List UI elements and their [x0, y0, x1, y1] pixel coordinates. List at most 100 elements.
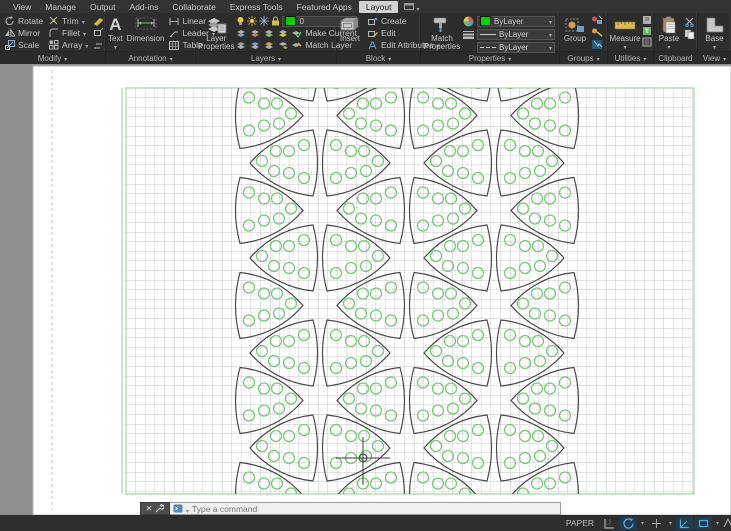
layer-tool-icon[interactable] [250, 41, 261, 50]
tab-view[interactable]: View [6, 1, 38, 13]
ribbon: View Manage Output Add-ins Collaborate E… [0, 0, 731, 65]
panel-label-groups[interactable]: Groups [560, 52, 608, 64]
panel-label-layers[interactable]: Layers [196, 52, 337, 64]
layer-lock-icon[interactable] [271, 16, 280, 26]
layer-tool-icon[interactable] [264, 29, 275, 38]
insert-button[interactable]: Insert [337, 15, 363, 43]
offset-icon [93, 40, 104, 50]
chevron-down-icon [82, 16, 85, 26]
layer-tool-icon[interactable] [236, 41, 247, 50]
grid-icon [604, 518, 615, 529]
chevron-down-icon [643, 54, 646, 63]
explode-button[interactable] [91, 27, 106, 39]
panel-label-utilities[interactable]: Utilities [608, 52, 654, 64]
match-properties-button[interactable]: Match Properties [421, 15, 463, 51]
panel-label-properties[interactable]: Properties [421, 52, 560, 64]
layer-on-bulb-icon[interactable] [236, 16, 245, 26]
panel-label-modify[interactable]: Modify [0, 52, 106, 64]
panel-label-view[interactable]: View [698, 52, 731, 64]
group-selection-icon[interactable] [591, 39, 603, 50]
command-input[interactable] [192, 504, 557, 514]
cut-icon[interactable] [684, 17, 696, 27]
layer-tool-icon[interactable] [278, 29, 289, 38]
linetype-value: ByLayer [499, 43, 546, 52]
chevron-down-icon [623, 43, 626, 52]
object-color-dropdown[interactable]: ByLayer [477, 16, 555, 27]
chevron-down-icon [549, 17, 552, 26]
linear-icon [169, 17, 179, 26]
scale-button[interactable]: Scale [3, 39, 45, 51]
layer-tool-icon[interactable] [250, 29, 261, 38]
array-button[interactable]: Array [47, 39, 90, 51]
eraser-icon [93, 16, 104, 26]
erase-button[interactable] [91, 15, 106, 27]
polar-tracking-button[interactable] [676, 517, 693, 530]
layer-tool-icon[interactable] [278, 41, 289, 50]
rotate-button[interactable]: Rotate [3, 15, 45, 27]
chevron-down-icon[interactable]: ▾ [639, 520, 646, 527]
list-icon[interactable] [642, 37, 653, 47]
lineweight-dropdown[interactable]: ByLayer [477, 29, 555, 40]
lineweight-value: ByLayer [499, 30, 546, 39]
tab-layout[interactable]: Layout [359, 1, 399, 13]
chevron-down-icon [114, 43, 117, 52]
command-bar-grip[interactable]: ✕ [140, 502, 170, 515]
osnap-rect-icon [698, 518, 709, 529]
linetype-dropdown[interactable]: ByLayer [477, 42, 555, 53]
tab-express-tools[interactable]: Express Tools [223, 1, 290, 13]
layer-thaw-sun-icon[interactable] [247, 16, 257, 26]
grid-display-button[interactable] [601, 517, 618, 530]
leader-icon [169, 29, 179, 38]
ungroup-icon[interactable] [591, 15, 603, 26]
tab-collaborate[interactable]: Collaborate [165, 1, 222, 13]
dynamic-input-button[interactable] [620, 517, 637, 530]
id-point-icon[interactable] [642, 15, 653, 25]
tab-manage[interactable]: Manage [38, 1, 83, 13]
group-button[interactable]: Group [560, 15, 590, 43]
panel-block: Insert Create Edit Edit Attributes [337, 13, 421, 51]
tab-add-ins[interactable]: Add-ins [123, 1, 166, 13]
status-bar: PAPER ▾ ▾ ▾ [0, 515, 731, 531]
layout-drawing[interactable] [0, 64, 731, 515]
layer-properties-button[interactable]: Layer Properties [196, 15, 236, 51]
text-button[interactable]: A Text [106, 15, 125, 52]
edit-block-icon [368, 29, 378, 38]
make-current-icon [292, 29, 302, 38]
customize-wrench-icon[interactable] [155, 504, 164, 513]
paper-space-button[interactable]: PAPER [561, 518, 599, 528]
measure-icon [613, 15, 637, 35]
snap-mode-button[interactable] [648, 517, 665, 530]
panel-label-block[interactable]: Block [337, 52, 421, 64]
layer-freeze-icon[interactable] [259, 16, 269, 26]
annotation-scale-button[interactable] [723, 517, 731, 530]
paste-button[interactable]: Paste [654, 15, 684, 52]
layer-tool-icon[interactable] [264, 41, 275, 50]
measure-button[interactable]: Measure [608, 15, 642, 52]
base-button[interactable]: Base [698, 15, 731, 52]
object-snap-button[interactable] [695, 517, 712, 530]
angle-icon [679, 518, 690, 529]
command-input-field[interactable] [170, 502, 561, 515]
dimension-button[interactable]: Dimension [125, 15, 167, 43]
quick-calc-icon[interactable] [642, 26, 653, 36]
paste-label: Paste [659, 35, 679, 43]
fillet-icon [49, 28, 59, 38]
chevron-down-icon[interactable]: ▾ [714, 520, 721, 527]
group-edit-icon[interactable] [591, 27, 603, 38]
chevron-down-icon [597, 54, 600, 63]
close-icon[interactable]: ✕ [146, 505, 153, 513]
trim-button[interactable]: Trim [47, 15, 90, 27]
tab-featured-apps[interactable]: Featured Apps [290, 1, 359, 13]
chevron-down-icon[interactable]: ▾ [667, 520, 674, 527]
panel-utilities: Measure [608, 13, 654, 51]
mirror-button[interactable]: Mirror [3, 27, 45, 39]
panel-layers: Layer Properties 0 [196, 13, 337, 51]
drawing-canvas[interactable] [0, 64, 731, 515]
rotate-icon [5, 16, 15, 26]
fillet-button[interactable]: Fillet [47, 27, 90, 39]
panel-label-annotation[interactable]: Annotation [106, 52, 196, 64]
layer-tool-icon[interactable] [236, 29, 247, 38]
copy-clip-icon[interactable] [684, 29, 696, 39]
tab-output[interactable]: Output [83, 1, 123, 13]
offset-button[interactable] [91, 39, 106, 51]
